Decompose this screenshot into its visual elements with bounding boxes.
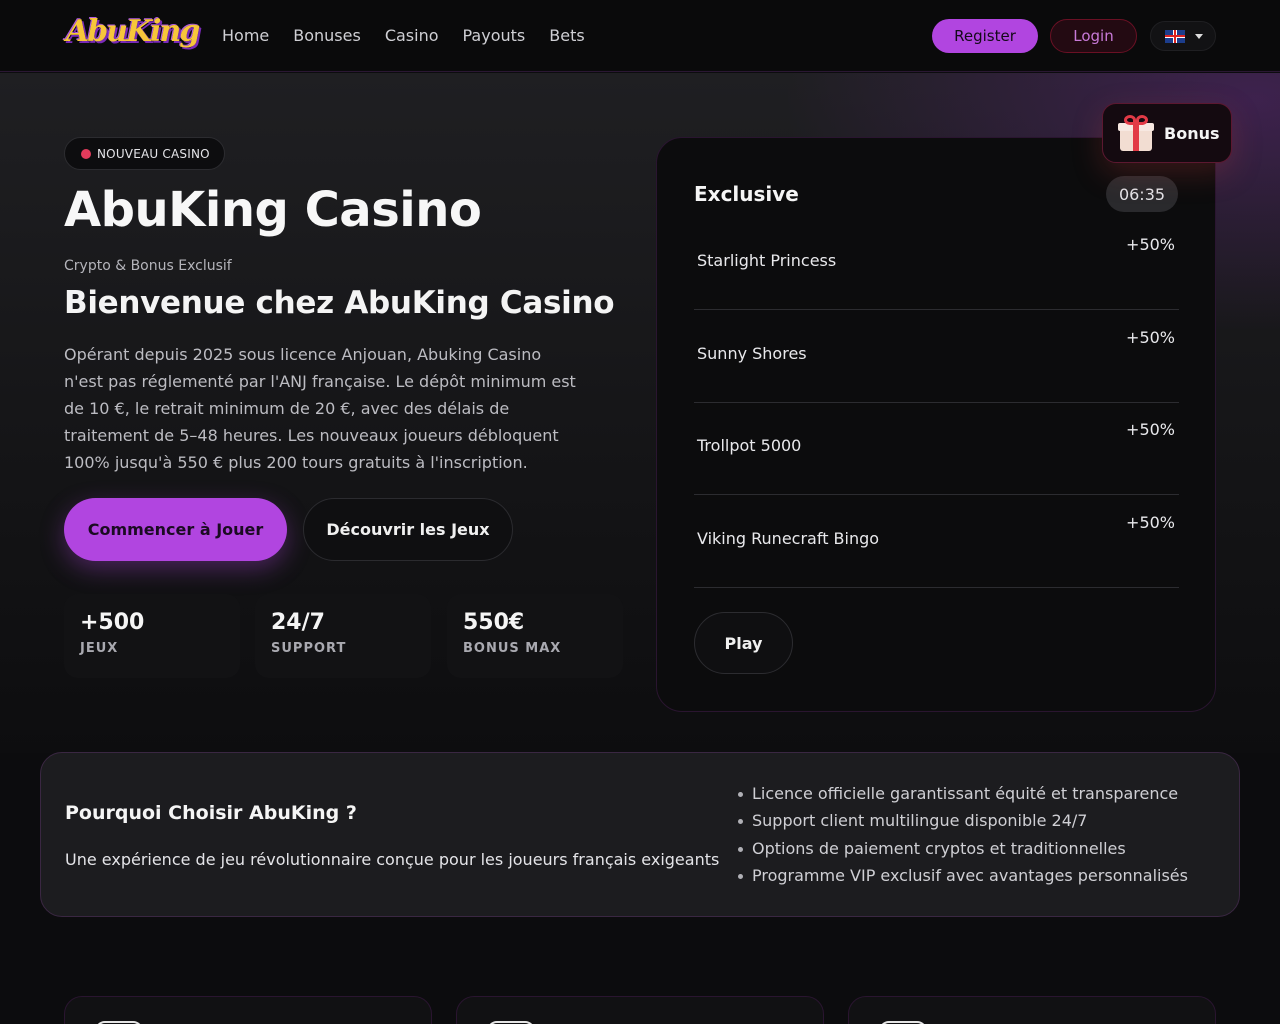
hero-description: Opérant depuis 2025 sous licence Anjouan…	[64, 345, 576, 472]
site-header: AbuKing Home Bonuses Casino Payouts Bets…	[0, 0, 1280, 72]
game-bonus: +50%	[1126, 513, 1175, 532]
abuking-logo[interactable]: AbuKing	[66, 8, 200, 56]
why-title: Pourquoi Choisir AbuKing ?	[65, 802, 357, 824]
nav-casino[interactable]: Casino	[385, 26, 439, 46]
game-row[interactable]: Viking Runecraft Bingo +50%	[694, 495, 1179, 588]
why-description: Une expérience de jeu révolutionnaire co…	[65, 850, 720, 869]
game-name: Viking Runecraft Bingo	[697, 529, 880, 548]
nav-bets[interactable]: Bets	[549, 26, 584, 46]
badge-label: NOUVEAU CASINO	[97, 146, 210, 161]
game-row[interactable]: Starlight Princess +50%	[694, 217, 1179, 310]
stat-bonus-max: 550€ BONUS MAX	[447, 594, 623, 678]
register-button[interactable]: Register	[932, 19, 1038, 53]
stat-value: +500	[80, 610, 145, 635]
why-points-list: Licence officielle garantissant équité e…	[738, 780, 1188, 889]
bonus-button[interactable]: Bonus	[1102, 103, 1232, 163]
page-title: AbuKing Casino	[64, 182, 482, 238]
chevron-down-icon	[1195, 33, 1203, 39]
start-playing-button[interactable]: Commencer à Jouer	[64, 498, 287, 561]
game-bonus: +50%	[1126, 235, 1175, 254]
uk-flag-icon	[1165, 29, 1185, 43]
stat-label: JEUX	[80, 641, 119, 656]
countdown-timer: 06:35	[1106, 176, 1178, 212]
login-button[interactable]: Login	[1050, 19, 1137, 53]
game-name: Starlight Princess	[697, 251, 837, 270]
game-name: Trollpot 5000	[697, 436, 802, 455]
list-item: Support client multilingue disponible 24…	[738, 807, 1188, 834]
bonus-label: Bonus	[1164, 123, 1220, 143]
new-casino-badge: NOUVEAU CASINO	[64, 137, 225, 170]
gift-icon	[1118, 115, 1154, 151]
feature-card	[456, 996, 824, 1024]
list-item: Programme VIP exclusif avec avantages pe…	[738, 862, 1188, 889]
nav-home[interactable]: Home	[222, 26, 269, 46]
nav-payouts[interactable]: Payouts	[463, 26, 526, 46]
game-row[interactable]: Trollpot 5000 +50%	[694, 402, 1179, 495]
logo-text: AbuKing	[66, 14, 200, 49]
list-item: Options de paiement cryptos et tradition…	[738, 835, 1188, 862]
stat-label: BONUS MAX	[463, 641, 562, 656]
list-item: Licence officielle garantissant équité e…	[738, 780, 1188, 807]
play-button[interactable]: Play	[694, 612, 793, 674]
language-selector[interactable]	[1150, 21, 1216, 51]
hero-subtitle: Crypto & Bonus Exclusif	[64, 258, 232, 274]
discover-games-button[interactable]: Découvrir les Jeux	[303, 498, 513, 561]
game-name: Sunny Shores	[697, 344, 807, 363]
exclusive-title: Exclusive	[694, 182, 799, 206]
game-row[interactable]: Sunny Shores +50%	[694, 310, 1179, 403]
feature-card	[64, 996, 432, 1024]
stat-support: 24/7 SUPPORT	[255, 594, 431, 678]
stat-games: +500 JEUX	[64, 594, 240, 678]
main-nav: Home Bonuses Casino Payouts Bets	[222, 26, 609, 46]
stat-label: SUPPORT	[271, 641, 347, 656]
stat-value: 550€	[463, 610, 525, 635]
hero-heading: Bienvenue chez AbuKing Casino	[64, 285, 615, 321]
nav-bonuses[interactable]: Bonuses	[293, 26, 361, 46]
game-bonus: +50%	[1126, 420, 1175, 439]
game-bonus: +50%	[1126, 328, 1175, 347]
feature-card	[848, 996, 1216, 1024]
badge-dot-icon	[81, 148, 91, 159]
stat-value: 24/7	[271, 610, 325, 635]
